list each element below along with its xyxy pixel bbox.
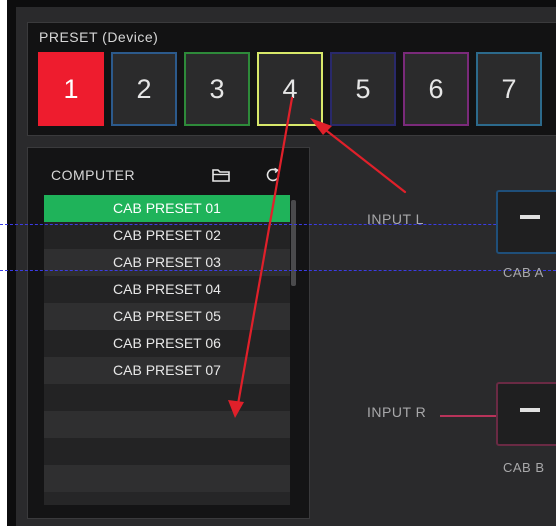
preset-button-label: 2	[136, 73, 152, 104]
list-item[interactable]: CAB PRESET 03	[44, 249, 290, 276]
folder-icon-glyph	[212, 169, 230, 182]
preset-button-6[interactable]: 6	[403, 52, 469, 126]
refresh-icon-glyph	[266, 167, 280, 182]
folder-icon[interactable]	[207, 161, 235, 189]
input-l-label: INPUT L	[367, 211, 424, 227]
list-scrollbar[interactable]	[291, 200, 296, 286]
empty-list-row	[44, 438, 290, 465]
preset-button-7[interactable]: 7	[476, 52, 542, 126]
cab-a-label: CAB A	[503, 265, 544, 280]
input-r-wire	[440, 415, 498, 417]
list-item[interactable]: CAB PRESET 07	[44, 357, 290, 384]
empty-list-row	[44, 411, 290, 438]
preset-button-3[interactable]: 3	[184, 52, 250, 126]
preset-button-label: 5	[355, 73, 371, 104]
preset-section-title: PRESET (Device)	[39, 29, 159, 45]
input-r-label: INPUT R	[367, 404, 427, 420]
cab-b-slider-knob[interactable]	[520, 408, 540, 412]
input-l-wire-secondary	[0, 270, 556, 271]
preset-button-1[interactable]: 1	[38, 52, 104, 126]
input-l-wire	[0, 224, 556, 225]
computer-preset-list[interactable]: CAB PRESET 01 CAB PRESET 02 CAB PRESET 0…	[44, 195, 290, 505]
list-item[interactable]: CAB PRESET 01	[44, 195, 290, 222]
list-item[interactable]: CAB PRESET 06	[44, 330, 290, 357]
preset-button-5[interactable]: 5	[330, 52, 396, 126]
list-item[interactable]: CAB PRESET 05	[44, 303, 290, 330]
list-item[interactable]: CAB PRESET 02	[44, 222, 290, 249]
preset-button-label: 6	[428, 73, 444, 104]
cab-b-label: CAB B	[503, 460, 545, 475]
preset-button-label: 7	[501, 73, 517, 104]
cab-a-slider-knob[interactable]	[520, 215, 540, 219]
preset-button-2[interactable]: 2	[111, 52, 177, 126]
preset-button-label: 3	[209, 73, 225, 104]
preset-button-label: 1	[63, 73, 79, 104]
cab-b-module[interactable]	[496, 382, 556, 446]
empty-list-row	[44, 465, 290, 492]
refresh-icon[interactable]	[259, 161, 287, 189]
list-item[interactable]: CAB PRESET 04	[44, 276, 290, 303]
preset-button-label: 4	[282, 73, 298, 104]
preset-button-4[interactable]: 4	[257, 52, 323, 126]
cab-a-module[interactable]	[496, 190, 556, 254]
computer-panel-title: COMPUTER	[51, 167, 136, 183]
empty-list-row	[44, 384, 290, 411]
